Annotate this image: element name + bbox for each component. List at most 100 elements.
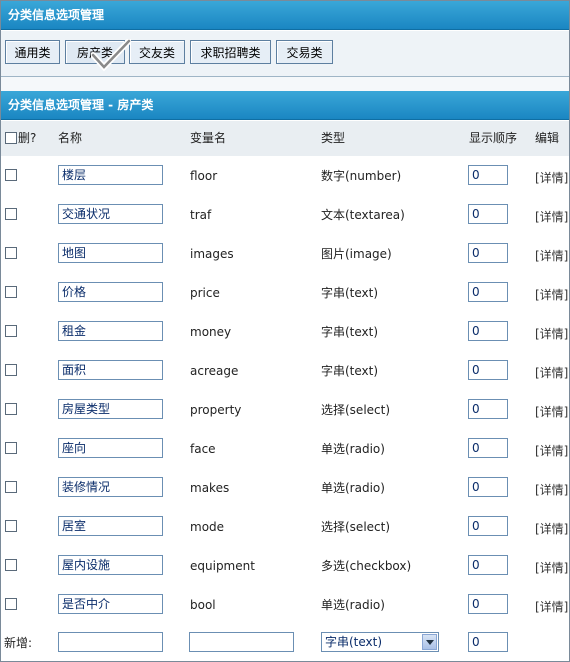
details-link[interactable]: [详情] <box>535 247 568 264</box>
name-input[interactable]: 座向 <box>58 438 163 458</box>
name-input[interactable]: 价格 <box>58 282 163 302</box>
field-type: 单选(radio) <box>321 481 385 495</box>
delete-checkbox[interactable] <box>5 325 17 337</box>
variable-name: floor <box>190 169 218 183</box>
name-input[interactable]: 房屋类型 <box>58 399 163 419</box>
field-type: 字串(text) <box>321 364 379 378</box>
name-input[interactable]: 屋内设施 <box>58 555 163 575</box>
tab-dating[interactable]: 交友类 <box>129 40 185 64</box>
details-link[interactable]: [详情] <box>535 481 568 498</box>
tab-jobs[interactable]: 求职招聘类 <box>190 40 271 64</box>
delete-checkbox[interactable] <box>5 208 17 220</box>
variable-name: bool <box>190 598 216 612</box>
order-input[interactable]: 0 <box>468 477 508 497</box>
field-type: 文本(textarea) <box>321 208 405 222</box>
variable-name: price <box>190 286 220 300</box>
details-link[interactable]: [详情] <box>535 559 568 576</box>
col-order: 显示顺序 <box>469 131 518 145</box>
category-tab-bar: 通用类 房产类 交友类 求职招聘类 交易类 <box>1 31 569 77</box>
table-row: 楼层 floor 数字(number) 0 [详情] <box>1 156 569 196</box>
field-type: 选择(select) <box>321 520 391 534</box>
delete-checkbox[interactable] <box>5 403 17 415</box>
table-row: 装修情况 makes 单选(radio) 0 [详情] <box>1 468 569 508</box>
field-type: 选择(select) <box>321 403 391 417</box>
col-variable: 变量名 <box>190 131 227 145</box>
name-input[interactable]: 是否中介 <box>58 594 163 614</box>
order-input[interactable]: 0 <box>468 165 508 185</box>
new-type-value: 字串(text) <box>325 635 383 649</box>
details-link[interactable]: [详情] <box>535 325 568 342</box>
field-type: 字串(text) <box>321 325 379 339</box>
variable-name: equipment <box>190 559 255 573</box>
variable-name: mode <box>190 520 225 534</box>
tab-trade[interactable]: 交易类 <box>276 40 333 64</box>
table-row: 房屋类型 property 选择(select) 0 [详情] <box>1 390 569 430</box>
order-input[interactable]: 0 <box>468 516 508 536</box>
delete-checkbox[interactable] <box>5 286 17 298</box>
field-type: 字串(text) <box>321 286 379 300</box>
variable-name: images <box>190 247 234 261</box>
name-input[interactable]: 交通状况 <box>58 204 163 224</box>
delete-checkbox[interactable] <box>5 169 17 181</box>
delete-checkbox[interactable] <box>5 520 17 532</box>
details-link[interactable]: [详情] <box>535 403 568 420</box>
name-input[interactable]: 面积 <box>58 360 163 380</box>
new-name-input[interactable] <box>58 632 163 652</box>
section-title: 分类信息选项管理 - 房产类 <box>1 91 569 120</box>
table-row: 屋内设施 equipment 多选(checkbox) 0 [详情] <box>1 546 569 586</box>
new-type-select[interactable]: 字串(text) <box>321 632 439 652</box>
delete-checkbox[interactable] <box>5 598 17 610</box>
variable-name: face <box>190 442 216 456</box>
details-link[interactable]: [详情] <box>535 169 568 186</box>
order-input[interactable]: 0 <box>468 321 508 341</box>
variable-name: money <box>190 325 232 339</box>
order-input[interactable]: 0 <box>468 594 508 614</box>
order-input[interactable]: 0 <box>468 243 508 263</box>
details-link[interactable]: [详情] <box>535 442 568 459</box>
variable-name: property <box>190 403 242 417</box>
table-row: 租金 money 字串(text) 0 [详情] <box>1 312 569 352</box>
variable-name: makes <box>190 481 230 495</box>
details-link[interactable]: [详情] <box>535 598 568 615</box>
tab-general[interactable]: 通用类 <box>5 40 60 64</box>
order-input[interactable]: 0 <box>468 204 508 224</box>
details-link[interactable]: [详情] <box>535 520 568 537</box>
delete-checkbox[interactable] <box>5 481 17 493</box>
variable-name: acreage <box>190 364 239 378</box>
field-type: 单选(radio) <box>321 598 385 612</box>
table-row: 价格 price 字串(text) 0 [详情] <box>1 273 569 313</box>
name-input[interactable]: 地图 <box>58 243 163 263</box>
options-panel: 分类信息选项管理 通用类 房产类 交友类 求职招聘类 交易类 分类信息选项管理 … <box>0 0 570 662</box>
name-input[interactable]: 居室 <box>58 516 163 536</box>
order-input[interactable]: 0 <box>468 360 508 380</box>
field-type: 数字(number) <box>321 169 402 183</box>
col-name: 名称 <box>58 131 83 145</box>
delete-checkbox[interactable] <box>5 364 17 376</box>
details-link[interactable]: [详情] <box>535 208 568 225</box>
page-title: 分类信息选项管理 <box>1 1 569 30</box>
table-row: 交通状况 traf 文本(textarea) 0 [详情] <box>1 195 569 235</box>
name-input[interactable]: 租金 <box>58 321 163 341</box>
delete-checkbox[interactable] <box>5 247 17 259</box>
table-row: 面积 acreage 字串(text) 0 [详情] <box>1 351 569 391</box>
order-input[interactable]: 0 <box>468 399 508 419</box>
order-input[interactable]: 0 <box>468 555 508 575</box>
order-input[interactable]: 0 <box>468 282 508 302</box>
new-option-row: 新增: 字串(text) 0 <box>1 624 569 661</box>
select-all-checkbox[interactable] <box>5 132 17 144</box>
name-input[interactable]: 装修情况 <box>58 477 163 497</box>
col-delete: 删? <box>18 131 37 145</box>
order-input[interactable]: 0 <box>468 438 508 458</box>
name-input[interactable]: 楼层 <box>58 165 163 185</box>
new-variable-input[interactable] <box>189 632 294 652</box>
checkmark-icon <box>91 39 131 72</box>
table-row: 座向 face 单选(radio) 0 [详情] <box>1 429 569 469</box>
chevron-down-icon[interactable] <box>422 634 437 650</box>
delete-checkbox[interactable] <box>5 442 17 454</box>
details-link[interactable]: [详情] <box>535 364 568 381</box>
new-order-input[interactable]: 0 <box>468 632 508 652</box>
delete-checkbox[interactable] <box>5 559 17 571</box>
variable-name: traf <box>190 208 212 222</box>
details-link[interactable]: [详情] <box>535 286 568 303</box>
new-label: 新增: <box>4 636 33 650</box>
